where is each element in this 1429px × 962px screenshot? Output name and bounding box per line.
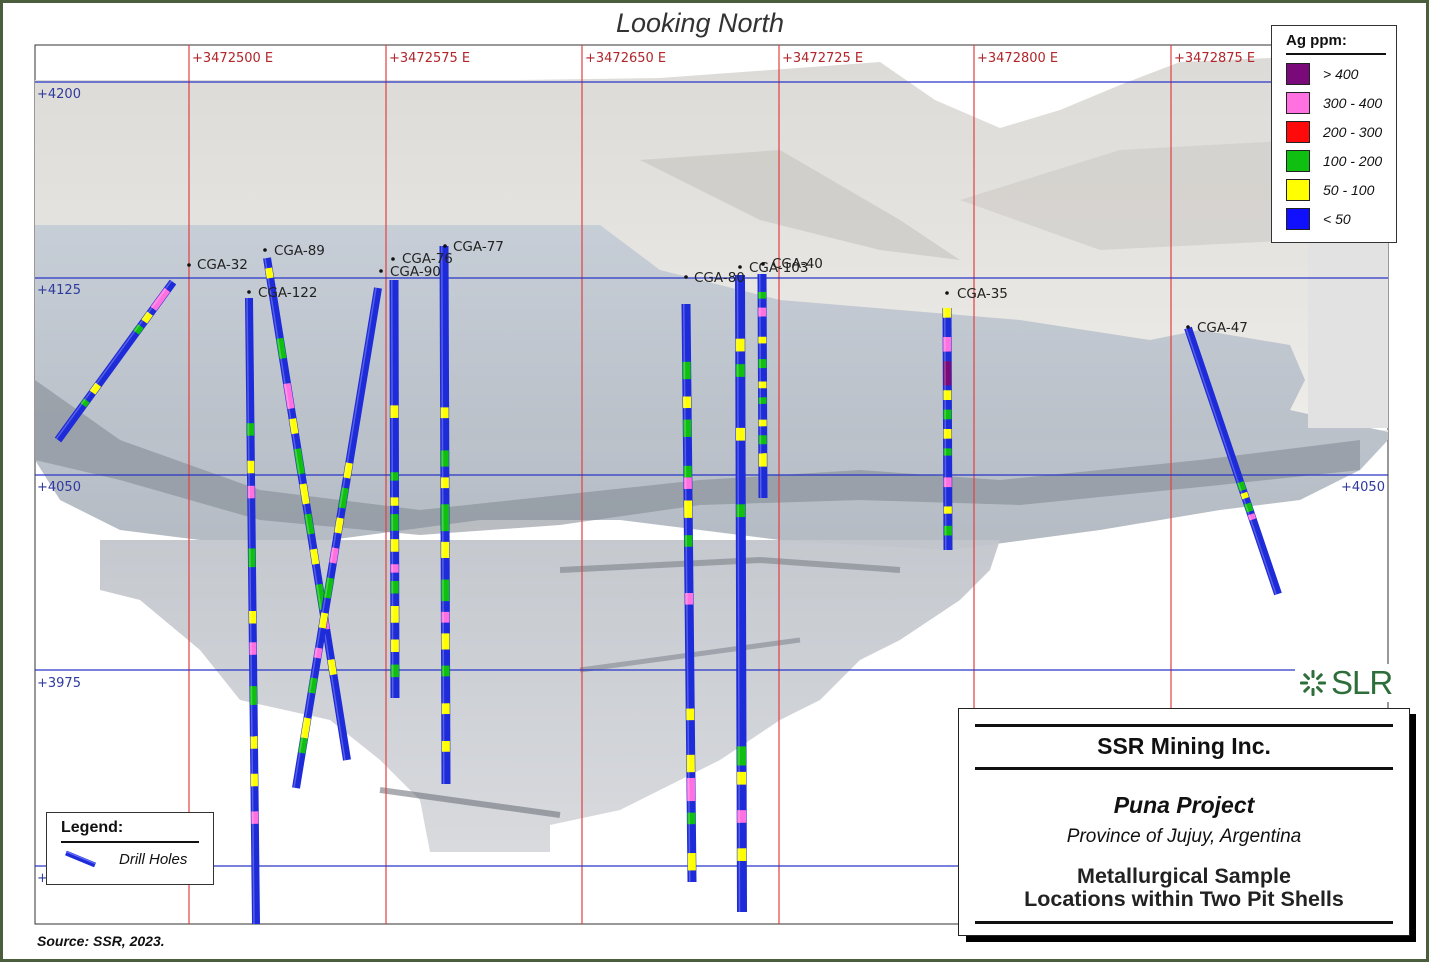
legend-label: Drill Holes [119, 850, 188, 868]
ag-color-swatch [1286, 120, 1310, 143]
ag-legend-label: > 400 [1323, 65, 1359, 82]
collar-marker [738, 265, 742, 269]
collar-marker [391, 257, 395, 261]
hole-label: CGA-89 [274, 243, 325, 259]
ag-grade-legend: Ag ppm: > 400 300 - 400 200 - 300 100 - … [1271, 25, 1397, 243]
hole-label: CGA-32 [197, 257, 248, 273]
ag-color-swatch [1286, 149, 1310, 172]
elevation-label-right: +4050 [1341, 480, 1385, 495]
hole-label: CGA-77 [453, 239, 504, 255]
ag-legend-item: 300 - 400 [1286, 88, 1386, 117]
ag-legend-item: 200 - 300 [1286, 117, 1386, 146]
easting-label: +3472575 E [389, 51, 470, 66]
collar-marker [945, 291, 949, 295]
hole-label: CGA-122 [258, 285, 317, 301]
collar-marker [443, 244, 447, 248]
easting-label: +3472725 E [782, 51, 863, 66]
ag-legend-item: > 400 [1286, 59, 1386, 88]
figure-title-line: Locations within Two Pit Shells [1024, 887, 1344, 911]
drill-hole-trace [439, 245, 451, 785]
map-legend: Legend: Drill Holes [46, 812, 214, 885]
elevation-label: +4125 [37, 283, 81, 298]
assay-interval [1240, 491, 1249, 500]
drill-hole-body [389, 279, 400, 699]
project-name: Puna Project [1113, 792, 1255, 818]
ag-legend-label: 200 - 300 [1323, 123, 1383, 140]
collar-marker [684, 275, 688, 279]
legend-divider [1286, 53, 1386, 55]
hole-label: CGA-90 [390, 264, 441, 280]
ag-legend-label: 300 - 400 [1323, 94, 1383, 111]
elevation-label: +4050 [37, 480, 81, 495]
ag-color-swatch [1286, 62, 1310, 85]
easting-label: +3472800 E [977, 51, 1058, 66]
drill-hole-trace [389, 279, 400, 699]
title-divider [975, 724, 1393, 727]
figure-title-line: Metallurgical Sample [1077, 864, 1291, 888]
map-cutout [1308, 238, 1388, 428]
collar-marker [247, 290, 251, 294]
ag-color-swatch [1286, 91, 1310, 114]
ag-legend-item: 100 - 200 [1286, 146, 1386, 175]
easting-label: +3472875 E [1174, 51, 1255, 66]
assay-interval [265, 267, 274, 279]
easting-label: +3472650 E [585, 51, 666, 66]
assay-interval [313, 647, 323, 659]
collar-marker [761, 262, 765, 266]
collar-marker [187, 263, 191, 267]
ag-legend-item: 50 - 100 [1286, 175, 1386, 204]
slr-logo-text: SLR [1331, 664, 1393, 701]
collar-marker [379, 269, 383, 273]
company-name: SSR Mining Inc. [1097, 733, 1271, 759]
legend-title: Legend: [61, 819, 124, 836]
ag-color-swatch [1286, 178, 1310, 201]
hole-label: CGA-40 [772, 256, 823, 272]
drill-hole-trace [942, 307, 953, 551]
ag-legend-label: 50 - 100 [1323, 181, 1375, 198]
easting-label: +3472500 E [192, 51, 273, 66]
drill-hole-highlight [391, 280, 394, 699]
figure-title: Metallurgical Sample Locations within Tw… [959, 865, 1409, 911]
hole-label: CGA-35 [957, 286, 1008, 302]
ag-legend-title: Ag ppm: [1286, 32, 1347, 49]
project-location: Province of Jujuy, Argentina [1066, 826, 1302, 847]
hole-label: CGA-47 [1197, 320, 1248, 336]
drill-hole-highlight [759, 274, 762, 499]
drill-hole-trace [757, 273, 768, 499]
legend-divider [61, 841, 199, 843]
assay-interval [1247, 513, 1257, 521]
elevation-label: +4200 [37, 87, 81, 102]
ag-legend-label: < 50 [1323, 210, 1351, 227]
ag-legend-label: 100 - 200 [1323, 152, 1383, 169]
drill-hole-highlight [944, 308, 947, 551]
collar-marker [263, 248, 267, 252]
title-divider [975, 767, 1393, 770]
title-divider [975, 921, 1393, 924]
drill-hole-symbol-icon [65, 850, 96, 868]
ag-legend-item: < 50 [1286, 204, 1386, 233]
source-note: Source: SSR, 2023. [37, 933, 165, 949]
slr-logo: SLR [1295, 664, 1397, 702]
drill-hole-trace [735, 274, 747, 913]
hole-label: CGA-80 [694, 270, 745, 286]
elevation-label: +3975 [37, 676, 81, 691]
slr-burst-icon [1300, 670, 1326, 696]
title-block: SSR Mining Inc. Puna Project Province of… [958, 708, 1410, 936]
ag-color-swatch [1286, 207, 1310, 230]
collar-marker [1186, 325, 1190, 329]
legend-item-drill-holes: Drill Holes [63, 849, 199, 869]
